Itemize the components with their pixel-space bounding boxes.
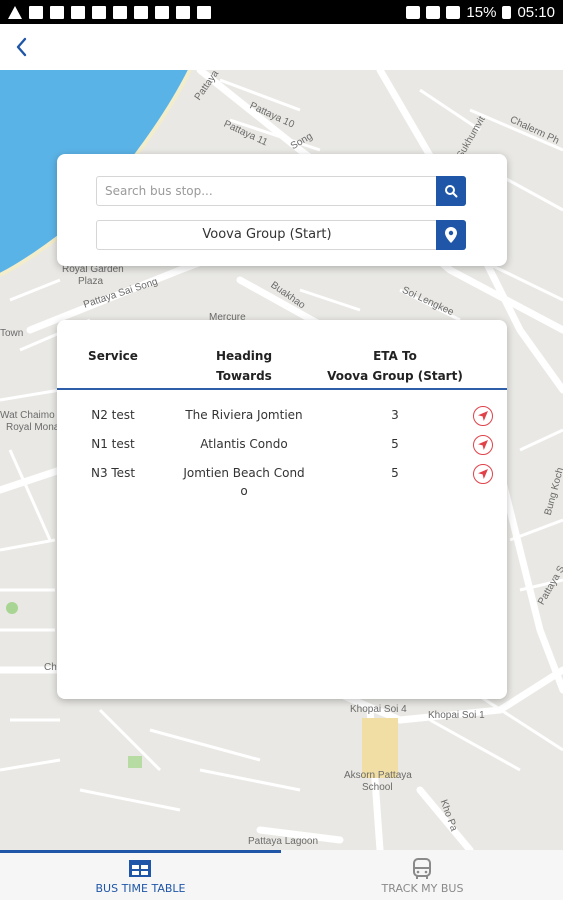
search-input[interactable]	[105, 177, 425, 205]
eta-cell: 5	[391, 466, 399, 480]
navigate-icon	[478, 411, 488, 421]
column-header-heading: Heading Towards	[169, 346, 319, 386]
service-cell: N1 test	[91, 437, 135, 451]
image-icon	[113, 5, 127, 19]
search-icon	[445, 185, 458, 198]
header-divider	[57, 388, 507, 390]
map-label: Aksorn Pattaya	[344, 770, 412, 781]
table-row[interactable]: N3 Test Jomtien Beach Cond o 5	[57, 464, 507, 504]
map-label: Khopai Soi 1	[428, 710, 485, 721]
eta-cell: 3	[391, 408, 399, 422]
header-text: Heading	[215, 349, 273, 363]
navigate-button[interactable]	[473, 435, 493, 455]
navigate-icon	[478, 440, 488, 450]
selected-stop-text: Voova Group (Start)	[202, 227, 332, 242]
mail-icon	[50, 5, 64, 19]
navigate-icon	[478, 469, 488, 479]
tab-label: BUS TIME TABLE	[95, 882, 186, 895]
image-icon	[29, 5, 43, 19]
download-icon	[92, 5, 106, 19]
mail-icon	[197, 5, 211, 19]
service-cell: N3 Test	[90, 466, 136, 480]
table-row[interactable]: N2 test The Riviera Jomtien 3	[57, 406, 507, 434]
app-bar	[0, 24, 563, 70]
column-header-service: Service	[75, 346, 151, 366]
vibrate-icon	[406, 5, 421, 19]
active-tab-indicator	[0, 850, 281, 853]
navigate-button[interactable]	[473, 464, 493, 484]
map-label: Royal Mona	[6, 422, 60, 433]
eta-cell: 5	[391, 437, 399, 451]
map-label: School	[362, 782, 393, 793]
heading-text: o	[240, 484, 248, 498]
map-label: Plaza	[78, 276, 104, 287]
signal-icon	[446, 5, 461, 19]
bottom-navigation: BUS TIME TABLE TRACK MY BUS	[0, 850, 563, 900]
warning-icon	[8, 5, 22, 19]
heading-cell: The Riviera Jomtien	[185, 408, 303, 422]
mail-icon	[134, 5, 148, 19]
clock: 05:10	[517, 3, 555, 21]
service-cell: N2 test	[91, 408, 135, 422]
map-label: Town	[0, 328, 24, 339]
heading-text: Jomtien Beach Cond	[183, 466, 305, 480]
heading-cell: Jomtien Beach Cond o	[169, 464, 319, 500]
usb-icon	[155, 5, 169, 19]
timetable-icon	[129, 860, 151, 877]
status-bar: 15% 05:10	[0, 0, 563, 24]
tab-track-my-bus[interactable]: TRACK MY BUS	[282, 850, 563, 900]
header-text: Voova Group (Start)	[327, 369, 463, 383]
heading-cell: Atlantis Condo	[200, 437, 288, 451]
location-button[interactable]	[436, 220, 466, 250]
search-card: Voova Group (Start)	[57, 154, 507, 266]
map-label: Pattaya Lagoon	[248, 836, 319, 847]
navigate-button[interactable]	[473, 406, 493, 426]
map-label: Ch	[44, 662, 57, 673]
download-icon	[176, 5, 190, 19]
search-button[interactable]	[436, 176, 466, 206]
map-pin-icon	[445, 227, 457, 243]
selected-stop-field[interactable]: Voova Group (Start)	[96, 220, 466, 250]
download-icon	[71, 5, 85, 19]
map-label: Wat Chaimo	[0, 410, 55, 421]
notification-icons	[8, 5, 211, 19]
header-text: Service	[88, 349, 138, 363]
header-text: ETA To	[373, 349, 417, 363]
system-icons: 15% 05:10	[406, 4, 555, 21]
bus-icon	[413, 858, 431, 879]
tab-label: TRACK MY BUS	[381, 882, 464, 895]
search-bar	[96, 176, 466, 206]
back-button[interactable]	[10, 34, 36, 60]
wifi-icon	[426, 5, 441, 19]
tab-bus-time-table[interactable]: BUS TIME TABLE	[0, 850, 281, 900]
eta-results-card: Service Heading Towards ETA To Voova Gro…	[57, 320, 507, 699]
map-label: Khopai Soi 4	[350, 704, 407, 715]
column-header-eta: ETA To Voova Group (Start)	[323, 346, 467, 386]
battery-percent: 15%	[466, 3, 497, 21]
battery-icon	[502, 5, 512, 19]
header-text: Towards	[216, 369, 272, 383]
table-row[interactable]: N1 test Atlantis Condo 5	[57, 435, 507, 463]
chevron-left-icon	[16, 37, 27, 57]
